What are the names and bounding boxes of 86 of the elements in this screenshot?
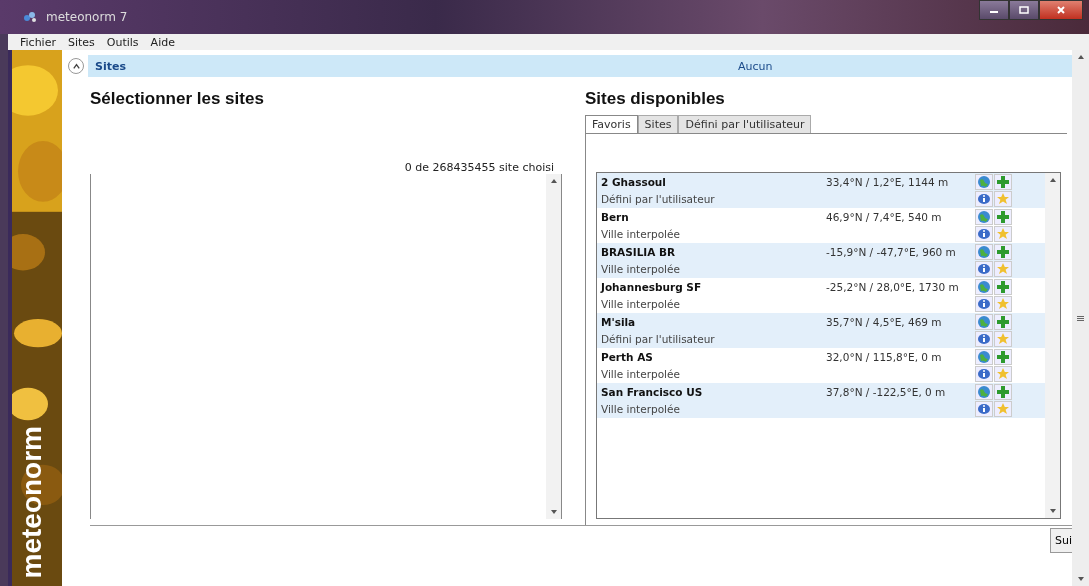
info-icon[interactable]: [975, 401, 993, 417]
site-row[interactable]: San Francisco US 37,8°N / -122,5°E, 0 m Ville interpolée: [597, 383, 1045, 418]
add-icon[interactable]: [994, 279, 1012, 295]
scroll-down-icon[interactable]: [550, 510, 557, 514]
add-icon[interactable]: [994, 244, 1012, 260]
section-value: Aucun: [737, 59, 773, 73]
site-coordinates: -25,2°N / 28,0°E, 1730 m: [826, 281, 959, 293]
star-icon[interactable]: [994, 226, 1012, 242]
close-button[interactable]: [1039, 0, 1083, 20]
site-type: Ville interpolée: [601, 368, 681, 380]
menu-item[interactable]: Aide: [150, 35, 175, 49]
site-name: M'sila: [601, 316, 637, 328]
site-type: Ville interpolée: [601, 228, 681, 240]
section-title: Sites: [95, 59, 126, 73]
brand-logo: meteonorm: [16, 425, 48, 578]
info-icon[interactable]: [975, 226, 993, 242]
collapse-button[interactable]: [68, 58, 84, 74]
site-name: Perth AS: [601, 351, 654, 363]
scroll-up-icon[interactable]: [1049, 178, 1056, 182]
maximize-button[interactable]: [1009, 0, 1039, 20]
globe-icon[interactable]: [975, 349, 993, 365]
site-name: San Francisco US: [601, 386, 704, 398]
menu-item[interactable]: Outils: [106, 35, 139, 49]
tab[interactable]: Défini par l'utilisateur: [678, 115, 812, 133]
maximize-icon: [1019, 5, 1029, 15]
scrollbar[interactable]: [546, 174, 561, 519]
app-icon: [22, 9, 38, 25]
scroll-down-icon[interactable]: [1077, 577, 1084, 581]
close-icon: [1056, 5, 1066, 15]
info-icon[interactable]: [975, 331, 993, 347]
globe-icon[interactable]: [975, 279, 993, 295]
site-type: Ville interpolée: [601, 403, 681, 415]
star-icon[interactable]: [994, 331, 1012, 347]
grip-icon: [1077, 315, 1084, 321]
tab[interactable]: Favoris: [585, 115, 638, 133]
tab[interactable]: Sites: [637, 115, 679, 133]
globe-icon[interactable]: [975, 244, 993, 260]
site-coordinates: 33,4°N / 1,2°E, 1144 m: [826, 176, 949, 188]
scroll-down-icon[interactable]: [1049, 509, 1056, 513]
page-scrollbar[interactable]: [1072, 50, 1089, 586]
minimize-button[interactable]: [979, 0, 1009, 20]
site-row[interactable]: 2 Ghassoul 33,4°N / 1,2°E, 1144 m Défini par l'utilisateur: [597, 173, 1045, 208]
add-icon[interactable]: [994, 174, 1012, 190]
add-icon[interactable]: [994, 349, 1012, 365]
star-icon[interactable]: [994, 401, 1012, 417]
info-icon[interactable]: [975, 261, 993, 277]
selected-count: 0 de 268435455 site choisi: [403, 161, 555, 174]
site-name: Bern: [601, 211, 630, 223]
menu-item[interactable]: Sites: [67, 35, 95, 49]
site-coordinates: -15,9°N / -47,7°E, 960 m: [826, 246, 956, 258]
add-icon[interactable]: [994, 314, 1012, 330]
site-name: BRASILIA BR: [601, 246, 677, 258]
site-coordinates: 35,7°N / 4,5°E, 469 m: [826, 316, 942, 328]
star-icon[interactable]: [994, 191, 1012, 207]
site-type: Ville interpolée: [601, 298, 681, 310]
site-name: 2 Ghassoul: [601, 176, 667, 188]
scroll-up-icon[interactable]: [550, 179, 557, 183]
site-type: Ville interpolée: [601, 263, 681, 275]
globe-icon[interactable]: [975, 209, 993, 225]
site-row[interactable]: BRASILIA BR -15,9°N / -47,7°E, 960 m Ville interpolée: [597, 243, 1045, 278]
menu-item[interactable]: Fichier: [20, 35, 56, 49]
globe-icon[interactable]: [975, 174, 993, 190]
next-button[interactable]: Sui: [1050, 528, 1072, 553]
info-icon[interactable]: [975, 191, 993, 207]
window-title: meteonorm 7: [46, 10, 128, 24]
globe-icon[interactable]: [975, 384, 993, 400]
add-icon[interactable]: [994, 384, 1012, 400]
site-row[interactable]: M'sila 35,7°N / 4,5°E, 469 m Défini par l'utilisateur: [597, 313, 1045, 348]
site-type: Défini par l'utilisateur: [601, 333, 716, 345]
site-type: Défini par l'utilisateur: [601, 193, 716, 205]
star-icon[interactable]: [994, 296, 1012, 312]
add-icon[interactable]: [994, 209, 1012, 225]
star-icon[interactable]: [994, 261, 1012, 277]
site-coordinates: 46,9°N / 7,4°E, 540 m: [826, 211, 942, 223]
site-coordinates: 37,8°N / -122,5°E, 0 m: [826, 386, 946, 398]
info-icon[interactable]: [975, 366, 993, 382]
scroll-up-icon[interactable]: [1077, 55, 1084, 59]
selected-sites-heading: Sélectionner les sites: [90, 89, 265, 109]
info-icon[interactable]: [975, 296, 993, 312]
globe-icon[interactable]: [975, 314, 993, 330]
available-sites-heading: Sites disponibles: [585, 89, 726, 109]
site-name: Johannesburg SF: [601, 281, 703, 293]
star-icon[interactable]: [994, 366, 1012, 382]
chevron-up-icon: [71, 61, 81, 71]
site-coordinates: 32,0°N / 115,8°E, 0 m: [826, 351, 942, 363]
scrollbar[interactable]: [1045, 173, 1060, 518]
